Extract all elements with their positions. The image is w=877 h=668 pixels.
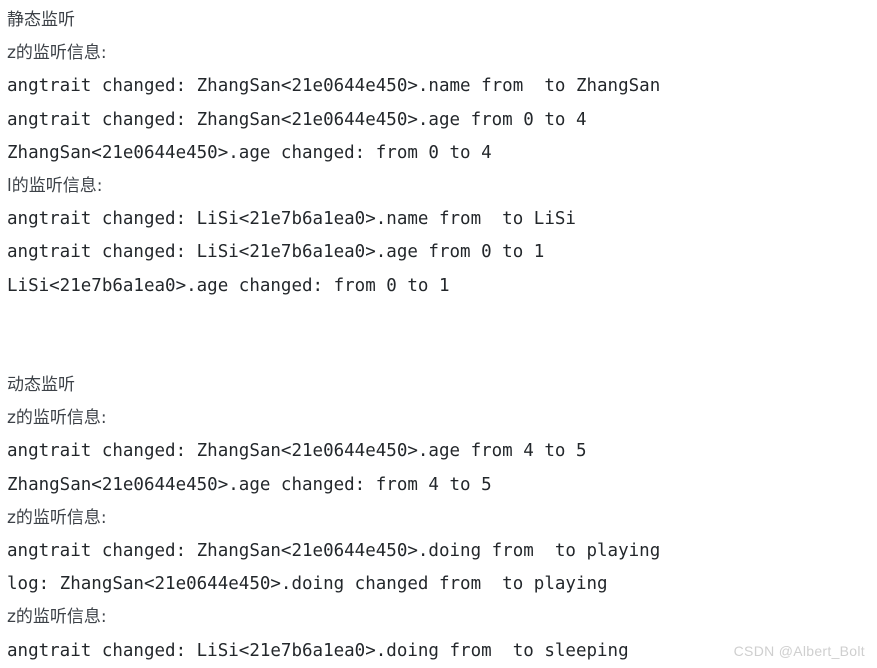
log-line: angtrait changed: ZhangSan<21e0644e450>.…: [7, 541, 661, 561]
log-section-label: 静态监听: [7, 10, 75, 30]
log-section-label: z的监听信息:: [7, 408, 107, 429]
log-line: LiSi<21e7b6a1ea0>.age changed: from 0 to…: [7, 275, 450, 296]
log-section-label: z的监听信息:: [7, 607, 107, 628]
log-line: angtrait changed: ZhangSan<21e0644e450>.…: [7, 441, 587, 462]
log-line: angtrait changed: ZhangSan<21e0644e450>.…: [7, 109, 587, 130]
log-section-label: z的监听信息:: [7, 43, 107, 64]
log-line: angtrait changed: LiSi<21e7b6a1ea0>.name…: [7, 209, 576, 230]
console-log-output[interactable]: 静态监听 z的监听信息: angtrait changed: ZhangSan<21…: [0, 0, 877, 667]
log-section-label: 动态监听: [7, 375, 75, 396]
log-spacer: [7, 336, 877, 369]
log-line: angtrait changed: ZhangSan<21e0644e450>.…: [7, 76, 661, 97]
log-line: angtrait changed: LiSi<21e7b6a1ea0>.age …: [7, 242, 545, 263]
log-line: ZhangSan<21e0644e450>.age changed: from …: [7, 142, 492, 163]
log-spacer: [7, 303, 877, 336]
log-line: log: ZhangSan<21e0644e450>.doing changed…: [7, 574, 608, 595]
log-section-label: z的监听信息:: [7, 507, 107, 528]
csdn-watermark: CSDN @Albert_Bolt: [733, 643, 865, 659]
log-line: ZhangSan<21e0644e450>.age changed: from …: [7, 474, 492, 495]
log-section-label: l的监听信息:: [7, 175, 103, 196]
